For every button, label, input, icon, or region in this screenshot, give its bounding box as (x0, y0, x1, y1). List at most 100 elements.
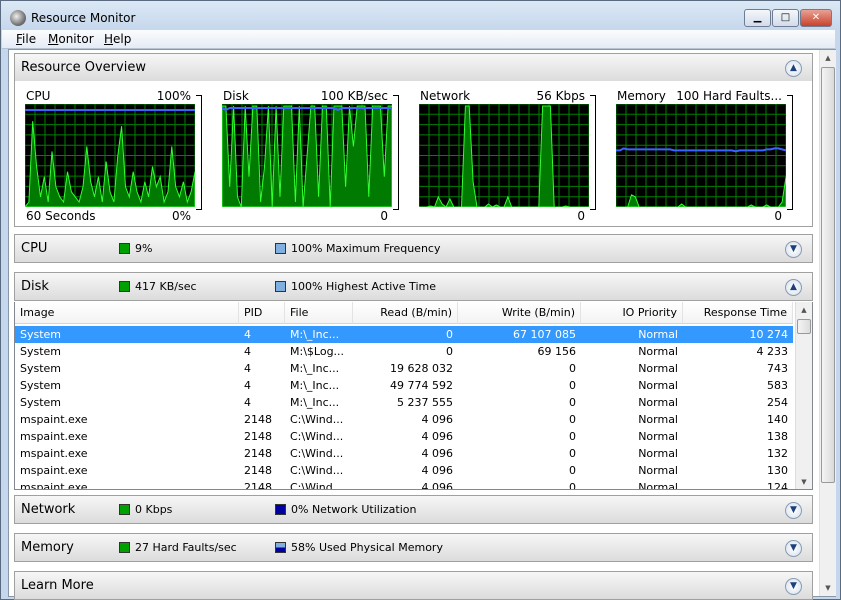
scroll-thumb[interactable] (821, 67, 835, 483)
table-cell: Normal (638, 379, 678, 392)
table-cell: 5 237 555 (397, 396, 453, 409)
table-cell: C:\Wind... (290, 413, 344, 426)
disk-active-time: 100% Highest Active Time (291, 280, 436, 293)
table-cell: 19 628 032 (390, 362, 453, 375)
table-cell: Normal (638, 396, 678, 409)
table-row[interactable]: mspaint.exe 2148 C:\Wind... 4 096 0 Normal 140 (15, 411, 793, 428)
graph-network: Network 56 Kbps 0 (413, 81, 603, 227)
overview-graphs: CPU 100% 60 Seconds 0% Disk 100 KB/sec 0… (14, 81, 813, 227)
table-cell: System (20, 379, 62, 392)
section-title: Memory (21, 540, 74, 555)
table-row[interactable]: System 4 M:\_Inc... 49 774 592 0 Normal 583 (15, 377, 793, 394)
table-cell: mspaint.exe (20, 481, 88, 490)
table-row[interactable]: mspaint.exe 2148 C:\Wind... 4 096 0 Normal 124 (15, 479, 793, 490)
blue-indicator-icon (275, 542, 286, 553)
table-cell: 4 (244, 396, 251, 409)
green-indicator-icon (119, 542, 130, 553)
close-button[interactable]: ✕ (800, 9, 832, 27)
expand-icon[interactable]: ▼ (785, 502, 802, 519)
window-title: Resource Monitor (31, 11, 136, 25)
collapse-icon[interactable]: ▲ (785, 279, 802, 296)
table-cell: 0 (569, 430, 576, 443)
table-cell: 4 (244, 328, 251, 341)
graph-min: 0 (774, 209, 782, 223)
main-scrollbar[interactable]: ▲ ▼ (819, 50, 836, 596)
table-cell: 0 (569, 481, 576, 490)
column-header[interactable]: PID (239, 302, 285, 324)
table-cell: 2148 (244, 481, 272, 490)
graph-disk: Disk 100 KB/sec 0 (216, 81, 406, 227)
column-header[interactable]: Write (B/min) (458, 302, 581, 324)
graph-min: 0 (380, 209, 388, 223)
section-resource-overview[interactable]: Resource Overview ▲ (14, 53, 813, 82)
column-header[interactable]: Image (15, 302, 239, 324)
scroll-up-icon[interactable]: ▲ (796, 302, 812, 318)
memory-used: 58% Used Physical Memory (291, 541, 443, 554)
column-header[interactable]: IO Priority (581, 302, 683, 324)
table-cell: Normal (638, 362, 678, 375)
table-row[interactable]: System 4 M:\_Inc... 5 237 555 0 Normal 254 (15, 394, 793, 411)
green-indicator-icon (119, 281, 130, 292)
table-cell: 0 (446, 345, 453, 358)
table-scrollbar[interactable]: ▲ ▼ (795, 302, 812, 489)
network-rate: 0 Kbps (135, 503, 173, 516)
menu-file[interactable]: File (16, 32, 36, 46)
table-cell: C:\Wind... (290, 447, 344, 460)
table-cell: 0 (446, 328, 453, 341)
table-cell: M:\_Inc... (290, 396, 340, 409)
table-cell: 49 774 592 (390, 379, 453, 392)
collapse-icon[interactable]: ▲ (785, 60, 802, 77)
table-cell: 743 (767, 362, 788, 375)
table-cell: System (20, 328, 62, 341)
disk-rate: 417 KB/sec (135, 280, 197, 293)
blue-indicator-icon (275, 504, 286, 515)
column-header[interactable]: Response Time (ms) (683, 302, 793, 341)
menu-monitor[interactable]: Monitor (48, 32, 94, 46)
table-cell: 67 107 085 (513, 328, 576, 341)
table-row[interactable]: mspaint.exe 2148 C:\Wind... 4 096 0 Normal 130 (15, 462, 793, 479)
expand-icon[interactable]: ▼ (785, 578, 802, 595)
table-cell: 0 (569, 396, 576, 409)
expand-icon[interactable]: ▼ (785, 241, 802, 258)
graph-label: Network (420, 89, 471, 103)
table-row[interactable]: System 4 M:\_Inc... 19 628 032 0 Normal 743 (15, 360, 793, 377)
section-title: CPU (21, 241, 48, 256)
table-cell: mspaint.exe (20, 413, 88, 426)
graph-memory: Memory 100 Hard Faults... 0 (610, 81, 800, 227)
section-title: Resource Overview (21, 60, 146, 75)
table-cell: M:\_Inc... (290, 379, 340, 392)
title-bar: Resource Monitor ▁ □ ✕ (1, 1, 840, 31)
expand-icon[interactable]: ▼ (785, 540, 802, 557)
section-disk[interactable]: Disk 417 KB/sec 100% Highest Active Time… (14, 272, 813, 301)
section-cpu[interactable]: CPU 9% 100% Maximum Frequency ▼ (14, 234, 813, 263)
table-cell: C:\Wind... (290, 464, 344, 477)
graph-max: 100 KB/sec (320, 89, 388, 103)
scroll-up-icon[interactable]: ▲ (820, 50, 836, 66)
menu-help[interactable]: Help (104, 32, 131, 46)
table-row[interactable]: mspaint.exe 2148 C:\Wind... 4 096 0 Normal 138 (15, 428, 793, 445)
column-header[interactable]: File (285, 302, 353, 324)
resource-monitor-window: Resource Monitor ▁ □ ✕ File Monitor Help… (0, 0, 841, 600)
graph-canvas (419, 104, 589, 207)
table-cell: Normal (638, 481, 678, 490)
table-row[interactable]: System 4 M:\_Inc... 0 67 107 085 Normal 10 274 (15, 326, 793, 343)
blue-indicator-icon (275, 281, 286, 292)
scroll-down-icon[interactable]: ▼ (796, 474, 812, 489)
graph-label: CPU (26, 89, 51, 103)
section-memory[interactable]: Memory 27 Hard Faults/sec 58% Used Physi… (14, 533, 813, 562)
scroll-down-icon[interactable]: ▼ (820, 580, 836, 596)
minimize-button[interactable]: ▁ (744, 9, 771, 27)
menu-bar: File Monitor Help (2, 30, 835, 49)
table-row[interactable]: mspaint.exe 2148 C:\Wind... 4 096 0 Normal 132 (15, 445, 793, 462)
table-row[interactable]: System 4 M:\$Log... 0 69 156 Normal 4 233 (15, 343, 793, 360)
scroll-thumb[interactable] (797, 319, 811, 334)
graph-min: 0% (171, 209, 191, 223)
section-learn-more[interactable]: Learn More ▼ (14, 571, 813, 600)
column-header[interactable]: Read (B/min) (353, 302, 458, 324)
section-network[interactable]: Network 0 Kbps 0% Network Utilization ▼ (14, 495, 813, 524)
table-cell: 69 156 (537, 345, 577, 358)
graph-timespan: 60 Seconds (26, 209, 96, 223)
section-title: Network (21, 502, 76, 517)
green-indicator-icon (119, 504, 130, 515)
maximize-button[interactable]: □ (772, 9, 799, 27)
